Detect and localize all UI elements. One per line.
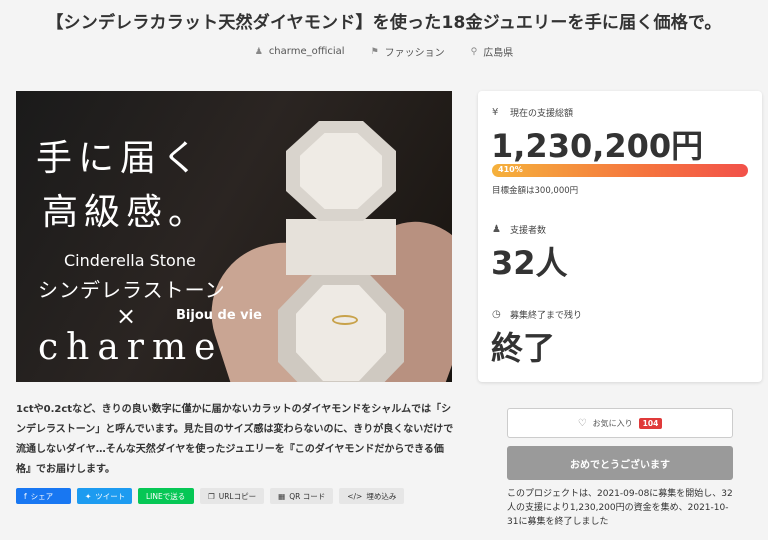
qr-icon: ▦ [278,491,286,501]
facebook-share-button[interactable]: f シェア [16,488,71,504]
project-description: 1ctや0.2ctなど、きりの良い数字に僅かに届かないカラットのダイヤモンドをシ… [16,404,454,475]
url-copy-button[interactable]: ❐ URLコピー [200,488,265,504]
hero-text-logo: charme [38,327,224,368]
yen-icon: ¥ [492,107,499,118]
meta-owner[interactable]: ♟ charme_official [255,44,345,59]
favorite-count: 104 [638,417,663,429]
embed-button[interactable]: </> 埋め込み [339,488,405,504]
raised-amount: 1,230,200円 [491,127,704,165]
remaining-label: 募集終了まで残り [510,311,583,321]
meta-category[interactable]: ⚑ ファッション [370,44,445,60]
project-title: 【シンデレラカラット天然ダイヤモンド】を使った18金ジュエリーを手に届く価格で。 [46,13,722,33]
line-share-label: LINEで送る [146,491,186,501]
share-buttons: f シェア ✦ ツイート LINEで送る ❐ URLコピー ▦ QR コード <… [16,488,405,504]
hero-text-line3: Cinderella Stone [64,251,196,270]
embed-label: 埋め込み [366,491,397,501]
favorite-label: お気に入り [592,418,633,428]
backers-count: 32人 [491,244,568,282]
progress-percent: 410% [498,165,523,174]
raised-label: 現在の支援総額 [510,109,574,119]
tag-icon: ⚑ [370,46,379,57]
raised-label-row: ¥ 現在の支援総額 [492,106,573,119]
ring-box-cushion [286,219,396,275]
clock-icon: ◷ [492,309,501,320]
twitter-share-button[interactable]: ✦ ツイート [77,488,132,504]
facebook-icon: f [24,491,27,501]
facebook-share-label: シェア [30,491,54,501]
twitter-share-label: ツイート [95,491,126,501]
meta-location[interactable]: ⚲ 広島県 [470,44,514,60]
ring [332,315,358,325]
goal-amount: 目標金額は300,000円 [492,186,579,196]
line-share-button[interactable]: LINEで送る [138,488,194,504]
twitter-icon: ✦ [85,491,92,501]
url-copy-label: URLコピー [218,491,257,501]
hero-text-line1: 手に届く [36,138,205,179]
category-name: ファッション [384,48,445,59]
funding-panel: ¥ 現在の支援総額 1,230,200円 410% 目標金額は300,000円 … [478,91,762,382]
copy-icon: ❐ [208,491,215,501]
hero-text-line4: シンデレラストーン [38,278,226,302]
hero-text-cross: × [116,302,137,330]
hero-text-line2: 高級感。 [42,192,211,233]
favorite-button[interactable]: ♡ お気に入り 104 [507,408,733,438]
hero-image: 手に届く 高級感。 Cinderella Stone シンデレラストーン × B… [16,91,452,382]
owner-name: charme_official [268,46,345,57]
heart-icon: ♡ [577,417,587,429]
finished-button[interactable]: おめでとうございます [507,446,733,480]
code-icon: </> [347,491,363,501]
project-status-note: このプロジェクトは、2021-09-08に募集を開始し、32人の支援により1,2… [507,489,733,527]
qr-code-button[interactable]: ▦ QR コード [270,488,334,504]
user-icon: ♟ [254,46,263,57]
backers-label-row: ♟ 支援者数 [492,223,546,236]
location-name: 広島県 [483,48,514,59]
remaining-label-row: ◷ 募集終了まで残り [492,308,582,321]
location-pin-icon: ⚲ [470,46,478,57]
project-meta: ♟ charme_official ⚑ ファッション ⚲ 広島県 [0,44,768,59]
remaining-value: 終了 [491,329,556,367]
qr-code-label: QR コード [289,491,326,501]
user-icon: ♟ [492,224,501,235]
progress-bar: 410% [492,164,748,177]
backers-label: 支援者数 [510,226,547,236]
hero-text-brand: Bijou de vie [176,308,262,323]
